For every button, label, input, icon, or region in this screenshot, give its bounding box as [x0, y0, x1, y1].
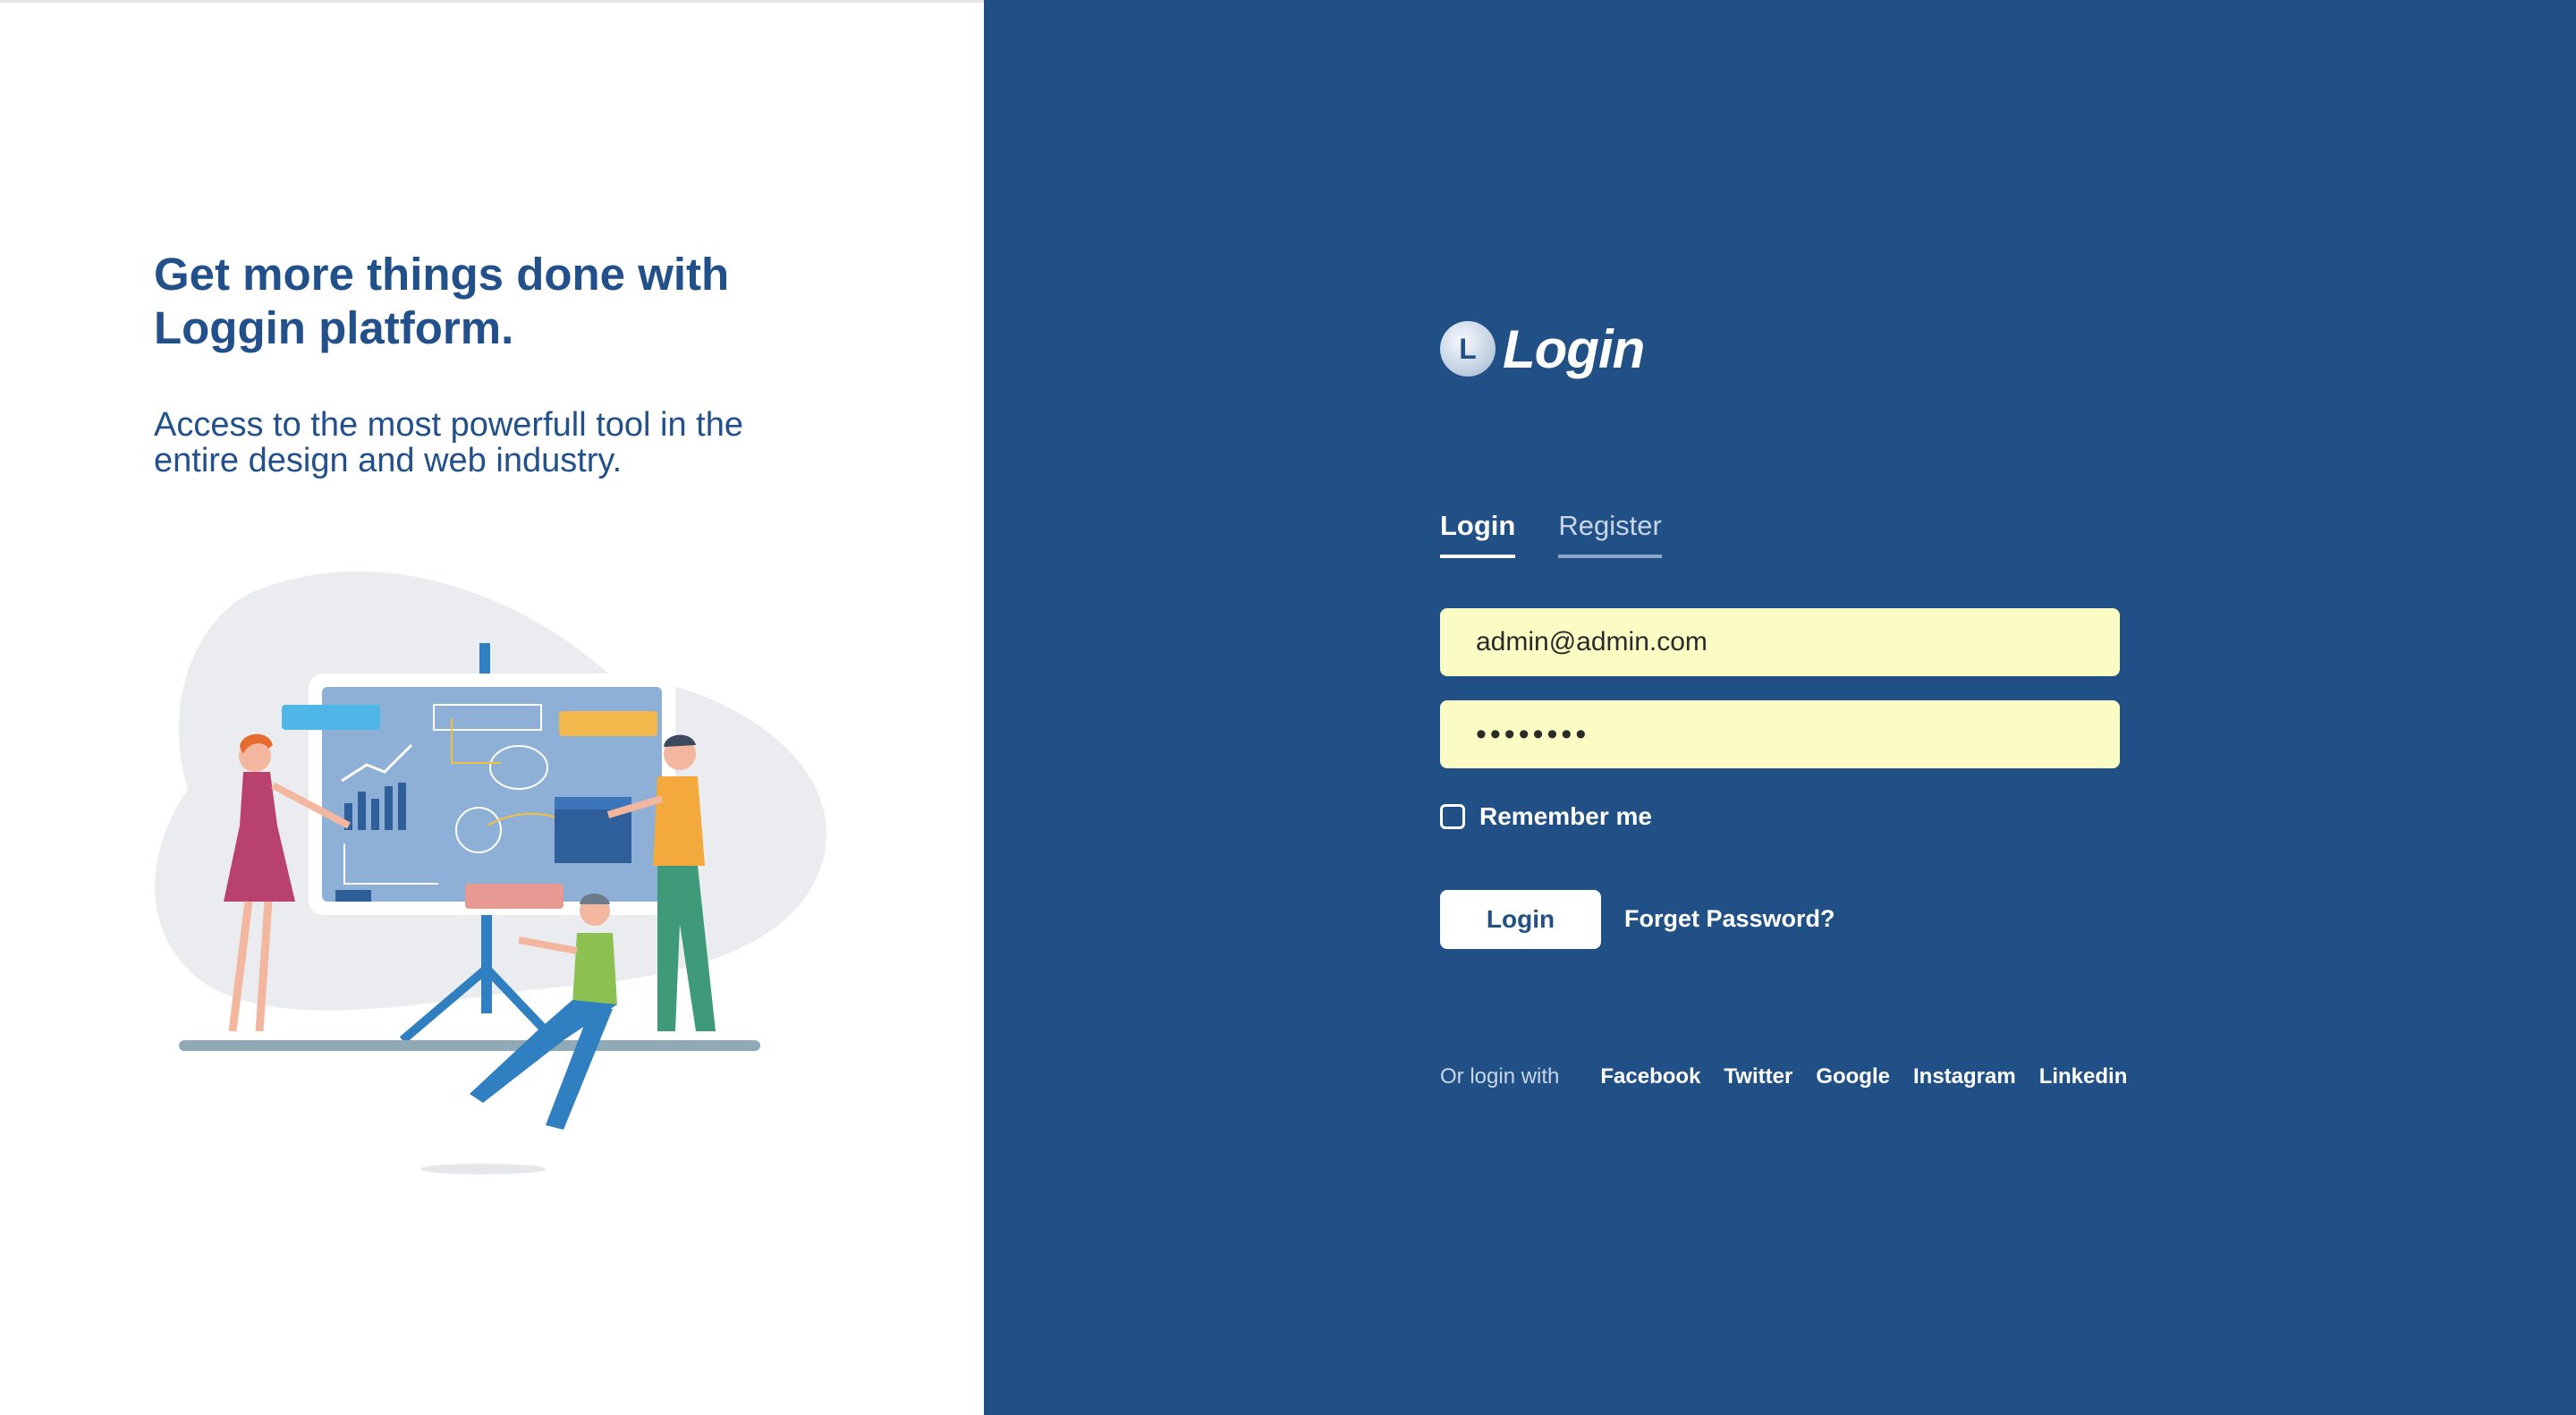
hero-headline: Get more things done with Loggin platfor… [154, 248, 780, 355]
login-panel: L Login Login Register Remember me Login… [984, 0, 2576, 1415]
social-link-facebook[interactable]: Facebook [1600, 1064, 1700, 1089]
team-presentation-illustration [155, 571, 826, 1174]
hero-headline-line2: Loggin platform. [154, 302, 514, 353]
password-field[interactable] [1440, 700, 2120, 768]
remember-me-checkbox[interactable] [1440, 804, 1465, 829]
social-link-instagram[interactable]: Instagram [1913, 1064, 2016, 1089]
social-link-twitter[interactable]: Twitter [1724, 1064, 1792, 1089]
tab-register[interactable]: Register [1558, 510, 1662, 558]
remember-me-label: Remember me [1479, 802, 1652, 830]
auth-tabs: Login Register [1440, 510, 1662, 558]
hero-subtext-line1: Access to the most powerfull tool in the [154, 406, 743, 444]
login-button[interactable]: Login [1440, 890, 1601, 949]
hero-subtext: Access to the most powerfull tool in the… [154, 407, 780, 479]
logo-mark-icon: L [1440, 321, 1496, 377]
left-panel: Get more things done with Loggin platfor… [0, 0, 984, 1415]
hero-headline-line1: Get more things done with [154, 249, 730, 300]
social-link-linkedin[interactable]: Linkedin [2039, 1064, 2128, 1089]
forget-password-link[interactable]: Forget Password? [1624, 905, 1835, 933]
hero-subtext-line2: entire design and web industry. [154, 442, 623, 479]
social-link-google[interactable]: Google [1816, 1064, 1890, 1089]
remember-me[interactable]: Remember me [1440, 802, 1652, 831]
tab-login[interactable]: Login [1440, 510, 1516, 558]
brand-logo: L Login [1440, 313, 1645, 385]
social-login: Or login with Facebook Twitter Google In… [1440, 1064, 2150, 1089]
brand-name: Login [1503, 318, 1645, 379]
email-field[interactable] [1440, 608, 2120, 676]
social-login-label: Or login with [1440, 1064, 1560, 1089]
